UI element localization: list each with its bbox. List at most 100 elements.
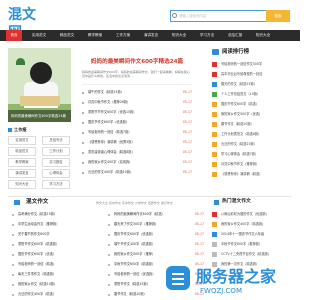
article-row[interactable]: 月亮中秋节作文（推荐28篇） 05-17 [82,98,192,107]
rank-badge [212,122,217,127]
article-row[interactable]: 端午的作文（精选15篇） 05-17 [82,88,192,97]
list-item[interactable]: 高考满分作文（精选15篇） [12,210,96,219]
category-item[interactable]: 心得体会 [42,169,70,178]
featured-summary: 妈妈的最美瞬间作文600字，妈妈的最美瞬间作文，我们一起来看看，妈妈在我心目中是… [82,70,190,79]
nav-item[interactable]: 知识大全 [166,30,192,41]
rank-badge [212,62,217,67]
nav-item[interactable]: 总结汇报 [222,30,248,41]
list-item[interactable]: 每天三件事作文（精选篇） [12,270,96,279]
article-title[interactable]: 月亮中秋节作文（推荐28篇） [88,98,130,107]
category-item[interactable]: 知识大全 [8,180,36,189]
article-row[interactable]: 写给老师的一封信（精选7篇） 05-17 [82,128,192,137]
ranking-item[interactable]: 元旦的作文（精选15篇） [212,140,296,149]
list-item[interactable]: 中学生运动会作文（推荐篇） [12,220,96,229]
ranking-item[interactable]: 工作计划表范文（精选8篇） [212,130,296,139]
nav-item[interactable]: 实用范文 [26,30,52,41]
article-title[interactable]: 我的家乡作文400字（实用篇） [88,158,132,167]
ranking-item[interactable]: 春天的作文（精选15篇） [212,80,296,89]
hot-item[interactable]: 以雨后彩虹为题的作文（优选篇） [212,210,296,219]
nav-item[interactable]: 工作方案 [110,30,136,41]
category-item[interactable]: 演讲发言 [8,169,36,178]
banner-caption[interactable]: 妈妈的最美瞬间作文600字精选24篇 [8,110,71,122]
nav-item[interactable]: 学习方法 [194,30,220,41]
ranking-item[interactable]: 国庆节作文600字（精选） [212,100,296,109]
article-row[interactable]: 国庆节作文600字（优选篇） 05-17 [82,118,192,127]
article-date: 05-17 [182,150,192,154]
rank-badge [212,242,217,247]
list-item[interactable]: 春天来了作文300字（推荐篇） 05-17 [108,220,204,229]
article-row[interactable]: 重庆建设者心得体会（精选8篇） 05-17 [82,148,192,157]
article-row[interactable]: 元旦的作文400字（精选10篇） 05-17 [82,168,192,177]
list-item[interactable]: 关于春节的作文600字 [12,230,96,239]
ranking-item[interactable]: 学习心得体会（精选7篇） [212,150,296,159]
category-item[interactable]: 教学教案 [8,158,36,167]
list-item[interactable]: 写给老师的一封信（精选） [12,260,96,269]
ranking-item[interactable]: 《感恩有你》演讲稿（精选） [212,170,296,179]
list-item[interactable]: 妈妈的最美瞬间作文600字（精选） 05-17 [108,210,204,219]
rank-badge [212,222,217,227]
ranking-item[interactable]: 春节作文（精选10篇） [212,120,296,129]
article-row[interactable]: 重阳节节作文600字（优选15篇） 05-17 [82,108,192,117]
rank-badge [212,132,217,137]
watermark-sub: FWQZJ.COM [200,287,242,295]
hot-item[interactable]: 我的家乡作文400字（精选篇） [212,220,296,229]
site-logo[interactable]: 混文网 [8,6,48,41]
category-icon [8,128,12,132]
hot-item[interactable]: CCTV十二央视节目作文（精选篇） [212,250,296,259]
rank-badge [212,232,217,237]
rank-badge [212,152,217,157]
article-title[interactable]: 写给老师的一封信（精选7篇） [88,128,131,137]
hot-title: 热门混文作文 [222,199,251,204]
search-icon [172,13,177,18]
category-item[interactable]: 工作计划 [42,147,70,156]
ranking-item[interactable]: 月亮中秋节作文（推荐篇） [212,160,296,169]
article-title[interactable]: 元旦的作文400字（精选10篇） [88,168,133,177]
article-row[interactable]: 《感恩有你》演讲稿（优秀5篇） 05-17 [82,138,192,147]
article-date: 05-17 [182,140,192,144]
article-title[interactable]: 端午的作文（精选15篇） [88,88,124,97]
article-title[interactable]: 重庆建设者心得体会（精选8篇） [88,148,135,157]
list-item[interactable]: 我的家乡作文500字（推荐） 05-17 [108,250,204,259]
rank-badge [212,82,217,87]
ranking-item[interactable]: 我的家乡作文500字（优选） [212,110,296,119]
list-item[interactable]: 端午节作文400字（精选篇） 05-17 [108,240,204,249]
article-date: 05-17 [182,90,192,94]
list-item[interactable]: 我的家乡作文（精选10篇） [12,280,96,289]
featured-title[interactable]: 妈妈的最美瞬间作文600字精选24篇 [82,58,192,66]
category-title: 工作报 [14,127,27,132]
rank-badge [212,102,217,107]
search-button[interactable]: 搜索 [266,10,290,22]
article-date: 05-17 [182,100,192,104]
article-title[interactable]: 《感恩有你》演讲稿（优秀5篇） [88,138,135,147]
nav-item[interactable]: 精品范文 [54,30,80,41]
list-item[interactable]: 重阳节作文600字（精选篇） [12,240,96,249]
section-tabs[interactable]: 作文大全 初中作文 高中作文 小学作文 话题作文 满分作文 [96,200,192,206]
category-item[interactable]: 总结写法 [42,136,70,145]
list-item[interactable]: 元旦的作文400字（精选） [12,290,96,299]
main-nav: 首页 实用范文 精品范文 教学教案 工作方案 演讲发言 知识大全 学习方法 总结… [0,30,300,41]
section-divider [8,196,292,197]
article-date: 05-17 [182,130,192,134]
category-item[interactable]: 学习方法 [42,180,70,189]
category-item[interactable]: 实用范文 [8,136,36,145]
nav-item[interactable]: 演讲发言 [138,30,164,41]
hot-item[interactable]: 中秋节作文600字（推荐篇） [212,240,296,249]
watermark-logo: 服务器之家 FWQZJ.COM [166,266,277,295]
nav-item-home[interactable]: 首页 [6,30,22,41]
ranking-item[interactable]: 个人工作总结范文（10篇） [212,90,296,99]
category-item[interactable]: 精品范文 [8,147,36,156]
ranking-item[interactable]: 高中毕业后写给母校的一封信 [212,70,296,79]
list-item[interactable]: 国庆节作文600字（优选篇） 05-17 [108,230,204,239]
list-item[interactable]: 国庆节作文600字（优选） [12,250,96,259]
hot-item[interactable]: 2024年十一国庆节作文六年级 [212,230,296,239]
article-row[interactable]: 我的家乡作文400字（实用篇） 05-17 [82,158,192,167]
ranking-title: 阅读排行榜 [222,49,249,55]
watermark-text: 服务器之家 [196,267,277,286]
ranking-item[interactable]: 写给老师的一封信作文500字 [212,60,296,69]
article-title[interactable]: 国庆节作文600字（优选篇） [88,118,129,127]
category-item[interactable]: 实习报告 [42,158,70,167]
nav-item[interactable]: 知识大全 [250,30,276,41]
search-input[interactable]: 请输入搜索的内容 [170,10,266,22]
nav-item[interactable]: 教学教案 [82,30,108,41]
article-title[interactable]: 重阳节节作文600字（优选15篇） [88,108,136,117]
